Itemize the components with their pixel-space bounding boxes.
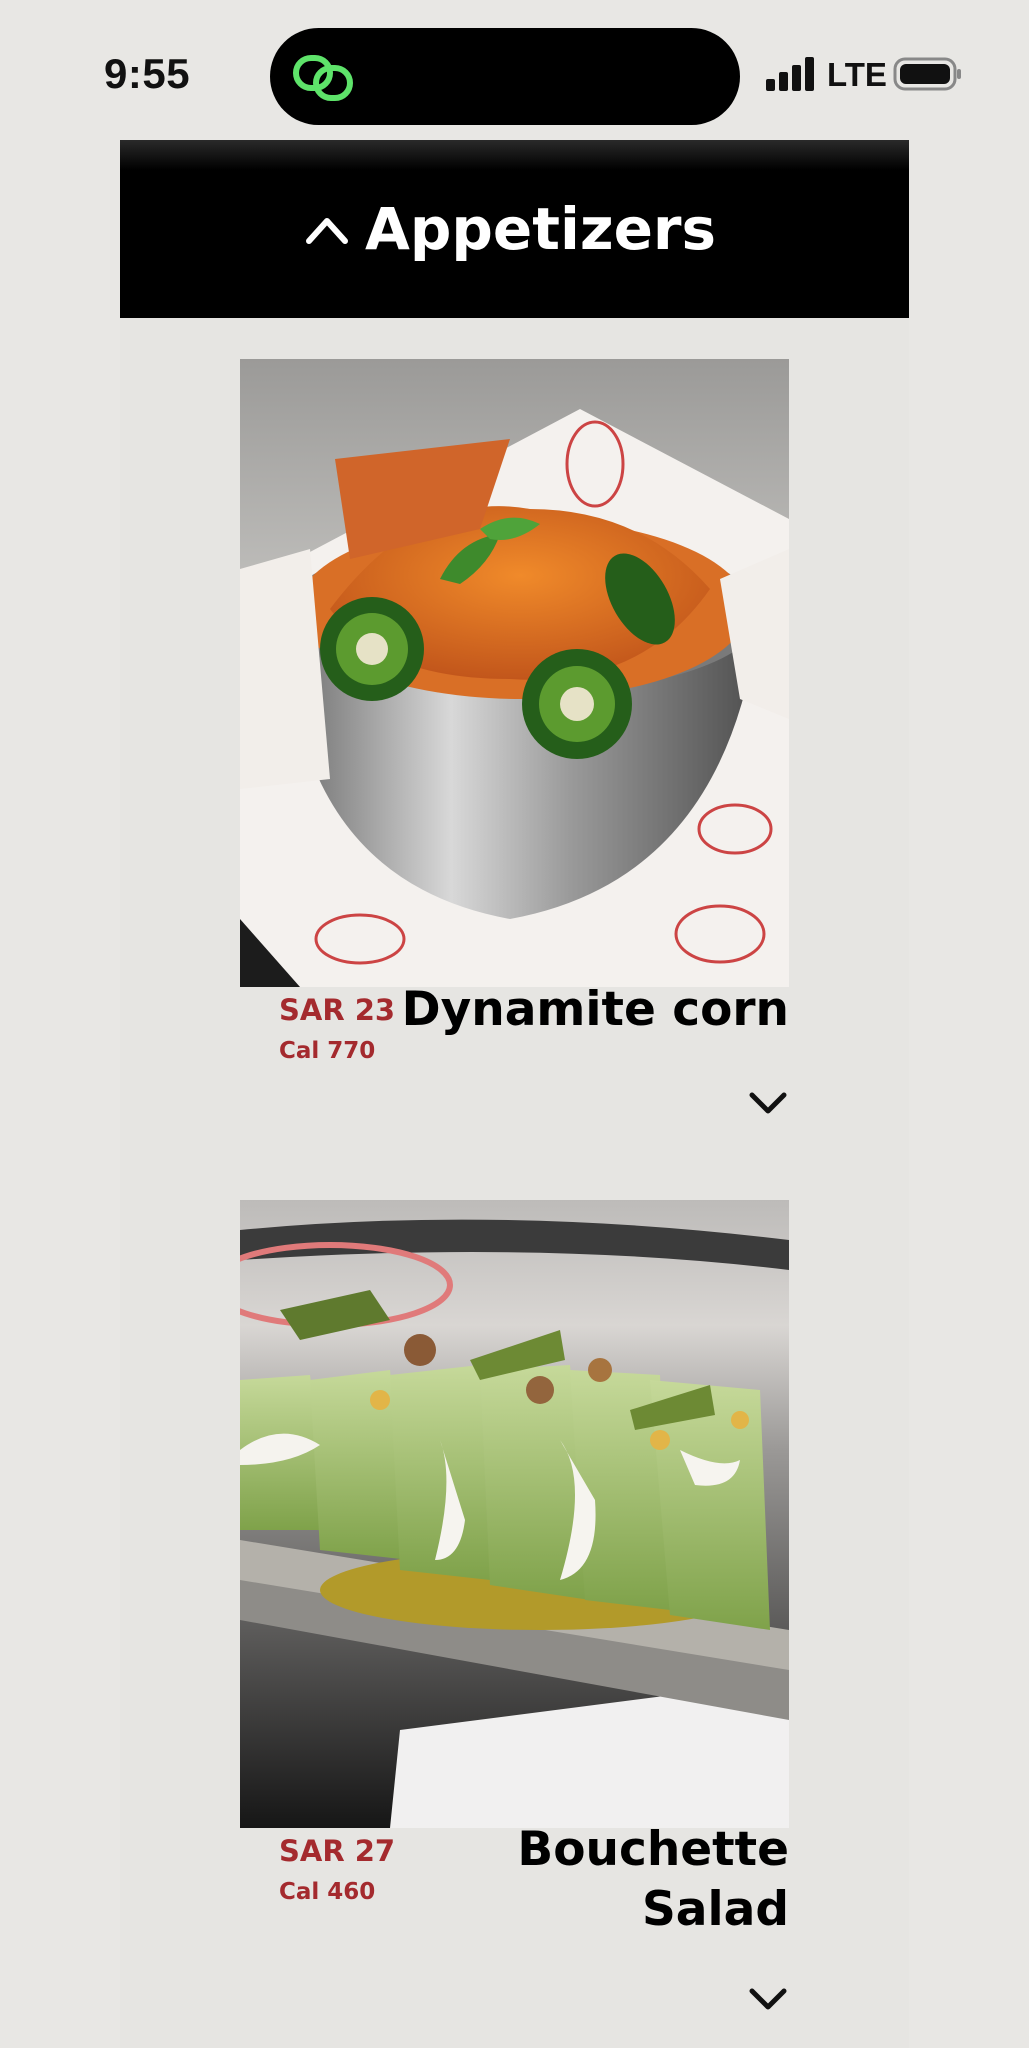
item-name: Dynamite corn <box>401 982 789 1037</box>
item-price: SAR 27 <box>279 1834 396 1868</box>
item-calories: Cal 770 <box>279 1038 376 1064</box>
item-name: Bouchette Salad <box>517 1820 789 1940</box>
section-header-appetizers[interactable]: Appetizers <box>120 140 909 318</box>
item-name-line: Salad <box>641 1882 789 1937</box>
bouchette-salad-photo[interactable] <box>240 1200 789 1828</box>
section-title: Appetizers <box>364 195 717 263</box>
menu-panel: Appetizers SAR 23 Cal 770 Dynamite corn … <box>120 140 909 2048</box>
link-app-icon <box>293 55 353 101</box>
network-type: LTE <box>827 56 887 93</box>
item-name-line: Bouchette <box>517 1822 789 1877</box>
signal-icon <box>766 57 814 91</box>
battery-icon <box>893 57 961 91</box>
chevron-down-icon[interactable] <box>748 1090 788 1116</box>
dynamite-corn-photo[interactable] <box>240 359 789 987</box>
item-price: SAR 23 <box>279 993 396 1027</box>
chevron-up-icon <box>305 218 348 244</box>
item-calories: Cal 460 <box>279 1879 376 1905</box>
status-time: 9:55 <box>104 50 191 97</box>
chevron-down-icon[interactable] <box>748 1986 788 2012</box>
dynamic-island <box>270 28 740 125</box>
